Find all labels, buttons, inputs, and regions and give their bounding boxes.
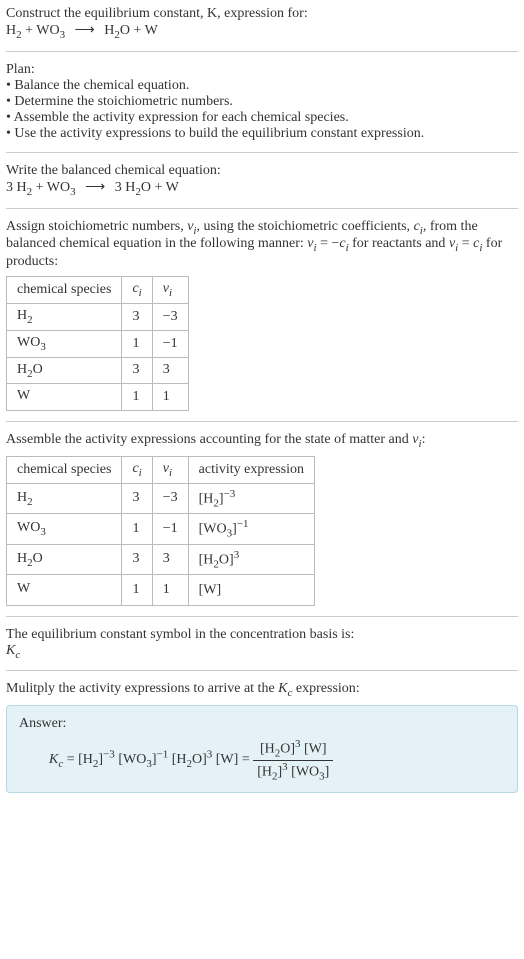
cell-activity: [WO3]−1 bbox=[188, 514, 314, 544]
kc-symbol: Kc bbox=[6, 643, 518, 661]
plus: + bbox=[22, 23, 37, 38]
species-w: W bbox=[145, 23, 158, 38]
intro-line1: Construct the equilibrium constant, K, e… bbox=[6, 6, 518, 22]
cell-ci: 3 bbox=[122, 303, 152, 330]
construct-intro: Construct the equilibrium constant, K, e… bbox=[6, 6, 518, 41]
balanced-equation: 3 H2 + WO3 ⟶ 3 H2O + W bbox=[6, 179, 518, 198]
final-section: Mulitply the activity expressions to arr… bbox=[6, 681, 518, 793]
plus: + bbox=[151, 180, 166, 195]
cell-nui: −3 bbox=[152, 483, 188, 513]
divider bbox=[6, 152, 518, 153]
col-nui: νi bbox=[152, 456, 188, 483]
answer-box: Answer: Kc = [H2]−3 [WO3]−1 [H2O]3 [W] =… bbox=[6, 705, 518, 793]
col-species: chemical species bbox=[7, 277, 122, 304]
stoich-title: Assign stoichiometric numbers, νi, using… bbox=[6, 219, 518, 271]
col-nui: νi bbox=[152, 277, 188, 304]
plan-section: Plan: • Balance the chemical equation. •… bbox=[6, 62, 518, 142]
cell-activity: [W] bbox=[188, 575, 314, 605]
cell-ci: 1 bbox=[122, 384, 152, 411]
cell-species: WO3 bbox=[7, 330, 122, 357]
species-h2: H2 bbox=[6, 23, 22, 38]
stoich-section: Assign stoichiometric numbers, νi, using… bbox=[6, 219, 518, 412]
plan-list: • Balance the chemical equation. • Deter… bbox=[6, 78, 518, 142]
coeff: 3 bbox=[6, 180, 17, 195]
kc-symbol-section: The equilibrium constant symbol in the c… bbox=[6, 627, 518, 661]
species-wo3: WO3 bbox=[36, 23, 65, 38]
plus: + bbox=[130, 23, 145, 38]
plus: + bbox=[32, 180, 47, 195]
arrow-icon: ⟶ bbox=[69, 23, 101, 38]
divider bbox=[6, 51, 518, 52]
species-h2: H2 bbox=[17, 180, 33, 195]
species-w: W bbox=[166, 180, 179, 195]
final-title: Mulitply the activity expressions to arr… bbox=[6, 681, 518, 699]
species-h2o: H2O bbox=[104, 23, 130, 38]
denominator: [H2]3 [WO3] bbox=[253, 761, 333, 782]
cell-ci: 1 bbox=[122, 514, 152, 544]
arrow-icon: ⟶ bbox=[79, 180, 111, 195]
kc-symbol-title: The equilibrium constant symbol in the c… bbox=[6, 627, 518, 643]
table-row: WO3 1 −1 bbox=[7, 330, 189, 357]
plan-item: • Determine the stoichiometric numbers. bbox=[6, 94, 518, 110]
plan-item: • Assemble the activity expression for e… bbox=[6, 110, 518, 126]
balanced-section: Write the balanced chemical equation: 3 … bbox=[6, 163, 518, 198]
divider bbox=[6, 616, 518, 617]
cell-nui: 1 bbox=[152, 384, 188, 411]
table-header-row: chemical species ci νi bbox=[7, 277, 189, 304]
activity-table: chemical species ci νi activity expressi… bbox=[6, 456, 315, 606]
col-ci: ci bbox=[122, 277, 152, 304]
cell-species: H2O bbox=[7, 544, 122, 574]
plan-title: Plan: bbox=[6, 62, 518, 78]
activity-section: Assemble the activity expressions accoun… bbox=[6, 432, 518, 605]
plan-item: • Balance the chemical equation. bbox=[6, 78, 518, 94]
divider bbox=[6, 208, 518, 209]
cell-nui: −1 bbox=[152, 330, 188, 357]
cell-species: H2 bbox=[7, 483, 122, 513]
species-h2o: H2O bbox=[125, 180, 151, 195]
stoich-table: chemical species ci νi H2 3 −3 WO3 1 −1 … bbox=[6, 276, 189, 411]
cell-activity: [H2O]3 bbox=[188, 544, 314, 574]
cell-ci: 3 bbox=[122, 483, 152, 513]
table-row: W 1 1 bbox=[7, 384, 189, 411]
cell-species: WO3 bbox=[7, 514, 122, 544]
divider bbox=[6, 421, 518, 422]
plan-item: • Use the activity expressions to build … bbox=[6, 126, 518, 142]
cell-nui: −3 bbox=[152, 303, 188, 330]
coeff: 3 bbox=[115, 180, 126, 195]
cell-nui: 3 bbox=[152, 357, 188, 384]
answer-label: Answer: bbox=[19, 716, 505, 732]
cell-species: W bbox=[7, 575, 122, 605]
cell-ci: 3 bbox=[122, 357, 152, 384]
table-row: H2O 3 3 bbox=[7, 357, 189, 384]
cell-nui: 3 bbox=[152, 544, 188, 574]
divider bbox=[6, 670, 518, 671]
cell-nui: 1 bbox=[152, 575, 188, 605]
cell-ci: 1 bbox=[122, 575, 152, 605]
cell-nui: −1 bbox=[152, 514, 188, 544]
cell-ci: 3 bbox=[122, 544, 152, 574]
table-row: H2O 3 3 [H2O]3 bbox=[7, 544, 315, 574]
table-row: H2 3 −3 bbox=[7, 303, 189, 330]
activity-title: Assemble the activity expressions accoun… bbox=[6, 432, 518, 450]
cell-activity: [H2]−3 bbox=[188, 483, 314, 513]
table-row: W 1 1 [W] bbox=[7, 575, 315, 605]
cell-species: W bbox=[7, 384, 122, 411]
col-ci: ci bbox=[122, 456, 152, 483]
balanced-title: Write the balanced chemical equation: bbox=[6, 163, 518, 179]
table-row: WO3 1 −1 [WO3]−1 bbox=[7, 514, 315, 544]
cell-species: H2 bbox=[7, 303, 122, 330]
intro-equation: H2 + WO3 ⟶ H2O + W bbox=[6, 22, 518, 41]
col-species: chemical species bbox=[7, 456, 122, 483]
cell-ci: 1 bbox=[122, 330, 152, 357]
species-wo3: WO3 bbox=[47, 180, 76, 195]
table-row: H2 3 −3 [H2]−3 bbox=[7, 483, 315, 513]
numerator: [H2O]3 [W] bbox=[253, 738, 333, 760]
fraction: [H2O]3 [W][H2]3 [WO3] bbox=[253, 738, 333, 782]
cell-species: H2O bbox=[7, 357, 122, 384]
table-header-row: chemical species ci νi activity expressi… bbox=[7, 456, 315, 483]
col-activity: activity expression bbox=[188, 456, 314, 483]
kc-expression: Kc = [H2]−3 [WO3]−1 [H2O]3 [W] = [H2O]3 … bbox=[19, 738, 505, 782]
